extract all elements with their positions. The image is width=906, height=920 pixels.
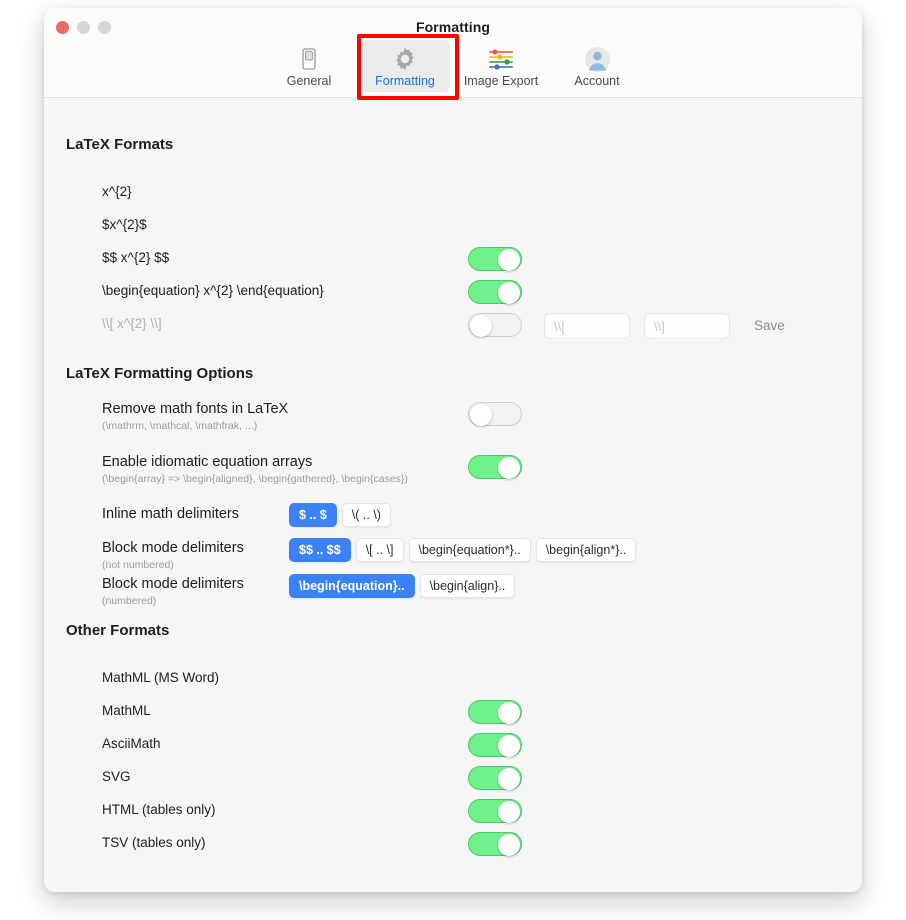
person-icon [554, 45, 640, 73]
other-format-label: MathML [102, 703, 151, 718]
latex-format-label: x^{2} [102, 184, 132, 199]
preferences-content: LaTeX Formats x^{2} $x^{2}$ $$ x^{2} $$ … [44, 98, 862, 892]
latex-format-row: \begin{equation} x^{2} \end{equation} [44, 280, 862, 311]
option-row-block-delimiters-numbered: Block mode delimiters (numbered) \begin{… [44, 574, 862, 607]
other-format-row: MathML [44, 700, 862, 731]
tab-formatting-label: Formatting [375, 74, 435, 88]
other-format-label: TSV (tables only) [102, 835, 206, 850]
option-sublabel: (\begin{array} => \begin{aligned}, \begi… [102, 473, 408, 485]
section-title-latex-formats: LaTeX Formats [66, 136, 174, 153]
option-sublabel: (not numbered) [102, 559, 174, 571]
option-row-idiomatic-arrays: Enable idiomatic equation arrays (\begin… [44, 454, 862, 485]
close-delimiter-input[interactable] [644, 313, 730, 339]
preferences-toolbar: General Formatting Image Export Account [44, 40, 862, 92]
toggle-knob [498, 834, 520, 856]
delimiter-option[interactable]: \[ .. \] [355, 538, 404, 562]
other-format-row: SVG [44, 766, 862, 797]
option-sublabel: (\mathrm, \mathcal, \mathfrak, ...) [102, 420, 258, 432]
option-label: Block mode delimiters [102, 576, 244, 592]
toggle-knob [498, 735, 520, 757]
toggle-knob [498, 457, 520, 479]
toggle-knob [470, 404, 492, 426]
option-label: Enable idiomatic equation arrays [102, 454, 313, 470]
tab-account-label: Account [574, 74, 620, 88]
latex-format-label: $$ x^{2} $$ [102, 250, 170, 265]
option-row-inline-delimiters: Inline math delimiters $ .. $ \( .. \) [44, 503, 862, 534]
delimiter-option[interactable]: \( .. \) [341, 503, 391, 527]
toggle-knob [470, 315, 492, 337]
toggle-knob [498, 282, 520, 304]
delimiter-option[interactable]: \begin{align*}.. [535, 538, 637, 562]
other-format-toggle[interactable] [468, 832, 522, 856]
preferences-window: Formatting General Formatting Image Expo… [44, 8, 862, 892]
tab-general[interactable]: General [264, 40, 354, 92]
tab-image-export-label: Image Export [463, 74, 539, 88]
section-title-latex-options: LaTeX Formatting Options [66, 365, 254, 382]
latex-format-row: \\[ x^{2} \\] Save [44, 313, 862, 344]
other-format-label: HTML (tables only) [102, 802, 216, 817]
other-format-row: AsciiMath [44, 733, 862, 764]
other-format-toggle[interactable] [468, 733, 522, 757]
latex-format-row: $$ x^{2} $$ [44, 247, 862, 278]
block-delimiter-numbered-options: \begin{equation}.. \begin{align}.. [289, 574, 516, 598]
option-label: Block mode delimiters [102, 540, 244, 556]
switch-icon [266, 45, 352, 73]
other-format-row: MathML (MS Word) [44, 670, 862, 698]
section-title-other-formats: Other Formats [66, 622, 170, 639]
delimiter-option[interactable]: \begin{equation}.. [289, 574, 415, 598]
delimiter-option[interactable]: $$ .. $$ [289, 538, 351, 562]
delimiter-option[interactable]: \begin{equation*}.. [408, 538, 531, 562]
latex-format-toggle[interactable] [468, 247, 522, 271]
latex-format-label: $x^{2}$ [102, 217, 147, 232]
latex-format-label: \begin{equation} x^{2} \end{equation} [102, 283, 324, 298]
option-sublabel: (numbered) [102, 595, 157, 607]
option-row-remove-math-fonts: Remove math fonts in LaTeX (\mathrm, \ma… [44, 401, 862, 432]
save-button[interactable]: Save [744, 314, 795, 337]
option-label: Remove math fonts in LaTeX [102, 401, 289, 417]
tab-account[interactable]: Account [552, 40, 642, 92]
other-format-toggle[interactable] [468, 799, 522, 823]
latex-format-row: x^{2} [44, 184, 862, 212]
other-format-toggle[interactable] [468, 766, 522, 790]
other-format-toggle[interactable] [468, 700, 522, 724]
other-format-row: TSV (tables only) [44, 832, 862, 863]
block-delimiter-unnumbered-options: $$ .. $$ \[ .. \] \begin{equation*}.. \b… [289, 538, 637, 562]
toggle-knob [498, 768, 520, 790]
other-format-label: MathML (MS Word) [102, 670, 220, 685]
tab-image-export[interactable]: Image Export [456, 40, 546, 92]
tab-formatting[interactable]: Formatting [360, 40, 450, 92]
sliders-icon [458, 45, 544, 73]
other-format-label: AsciiMath [102, 736, 161, 751]
option-row-block-delimiters-unnumbered: Block mode delimiters (not numbered) $$ … [44, 538, 862, 571]
idiomatic-arrays-toggle[interactable] [468, 455, 522, 479]
gear-icon [362, 45, 448, 73]
latex-format-label: \\[ x^{2} \\] [102, 316, 162, 331]
latex-format-row: $x^{2}$ [44, 217, 862, 245]
toggle-knob [498, 249, 520, 271]
delimiter-option[interactable]: \begin{align}.. [419, 574, 516, 598]
other-format-row: HTML (tables only) [44, 799, 862, 830]
open-delimiter-input[interactable] [544, 313, 630, 339]
delimiter-option[interactable]: $ .. $ [289, 503, 337, 527]
latex-format-toggle[interactable] [468, 313, 522, 337]
remove-math-fonts-toggle[interactable] [468, 402, 522, 426]
toggle-knob [498, 801, 520, 823]
other-format-label: SVG [102, 769, 131, 784]
toggle-knob [498, 702, 520, 724]
option-label: Inline math delimiters [102, 506, 239, 522]
latex-format-toggle[interactable] [468, 280, 522, 304]
window-titlebar: Formatting General Formatting Image Expo… [44, 8, 862, 100]
inline-delimiter-options: $ .. $ \( .. \) [289, 503, 391, 527]
tab-general-label: General [286, 74, 332, 88]
window-title: Formatting [415, 19, 491, 35]
